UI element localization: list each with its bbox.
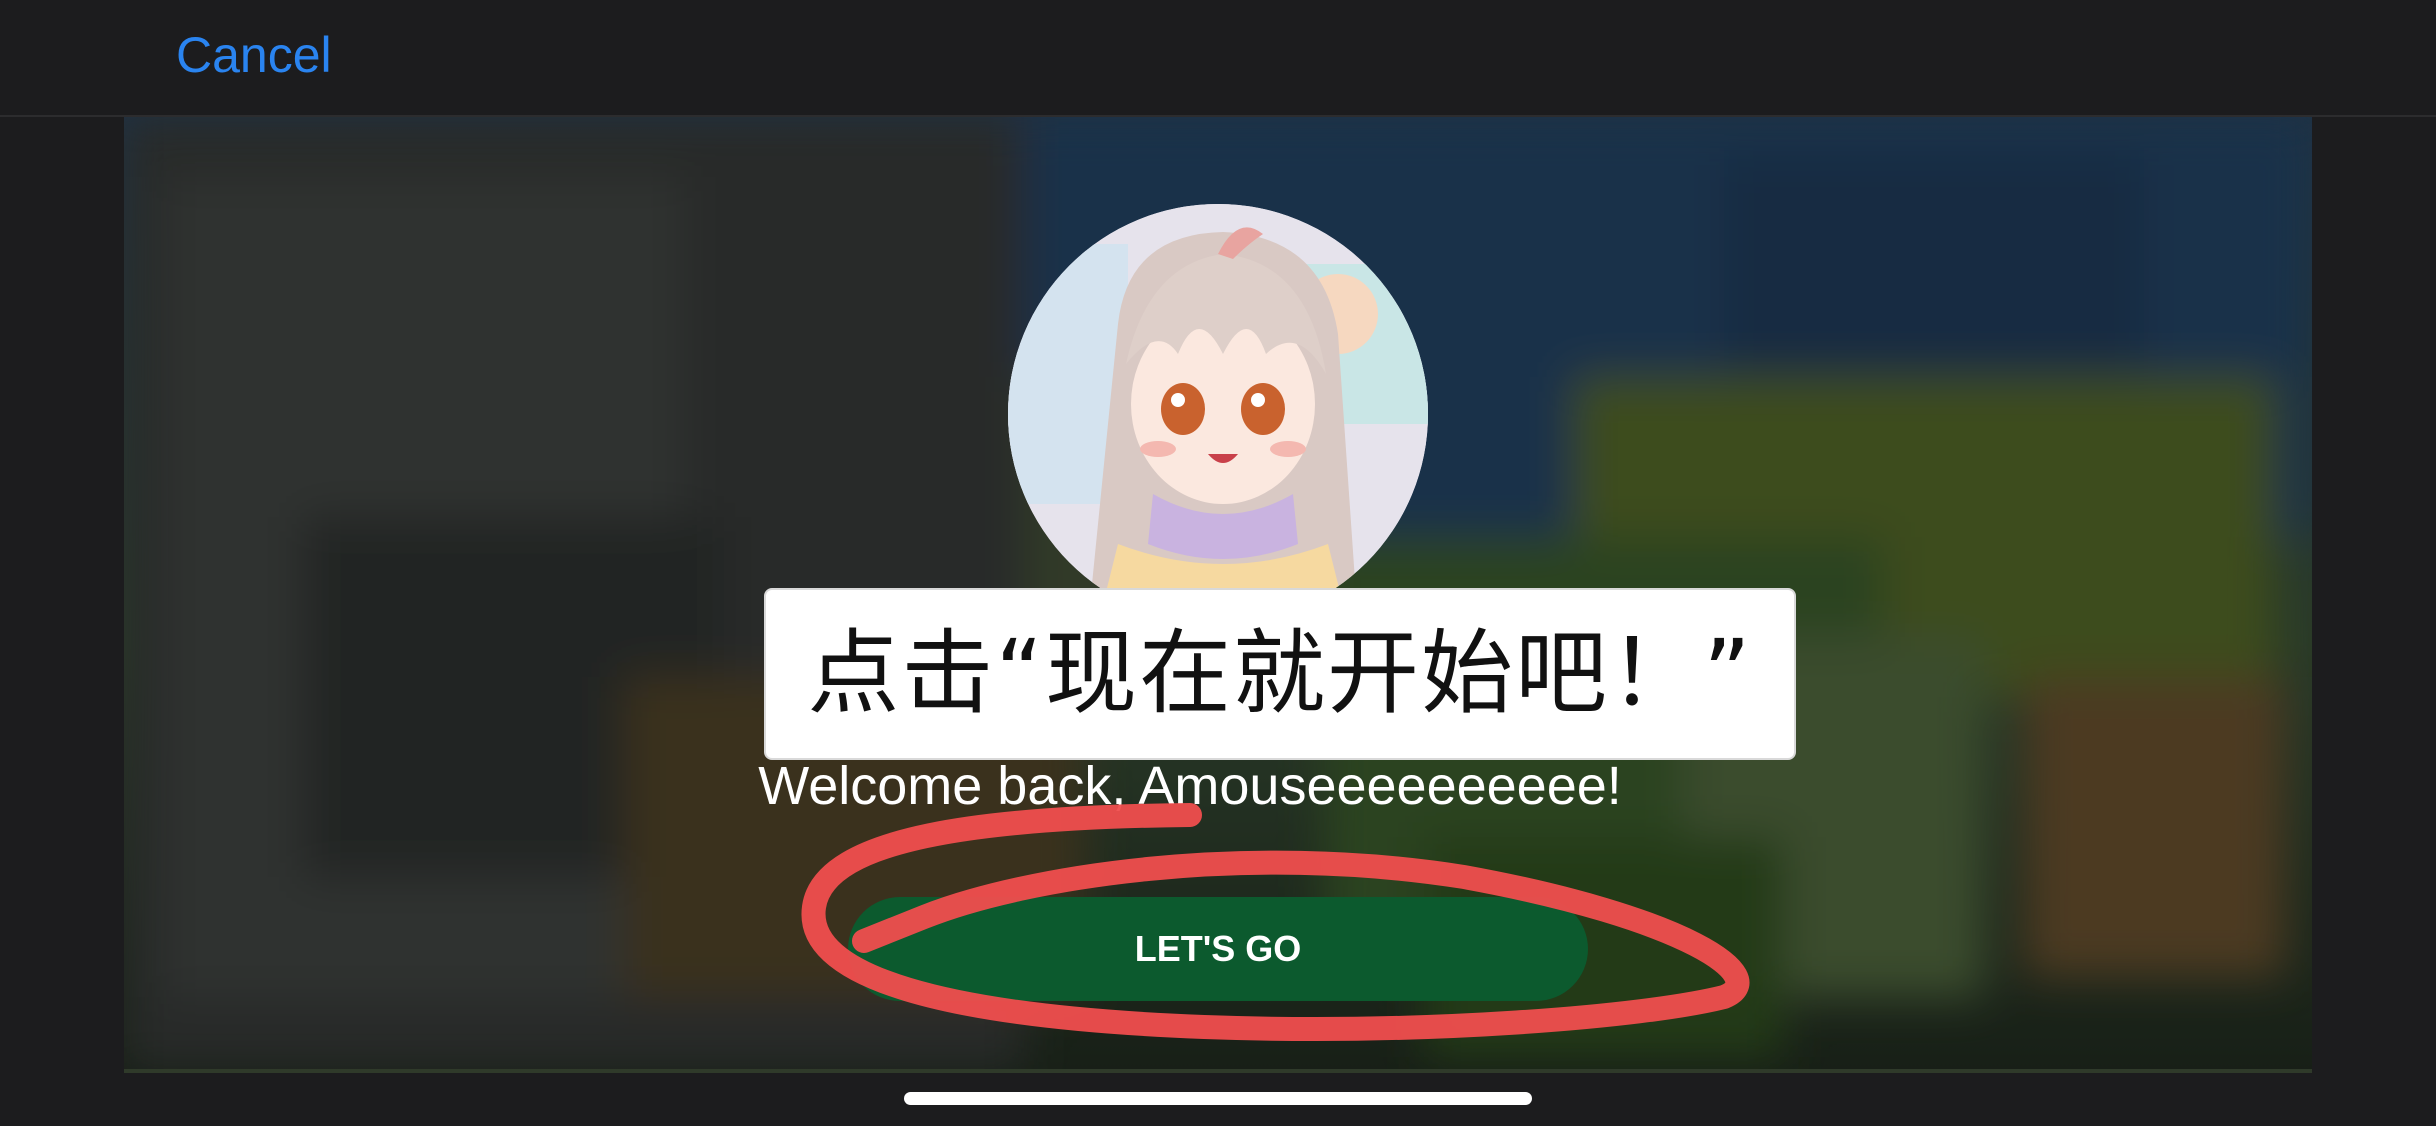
- top-bar: Cancel: [0, 0, 2436, 117]
- cancel-button[interactable]: Cancel: [176, 26, 332, 84]
- welcome-screen: 点击“现在就开始吧！” Welcome back, Amouseeeeeeeee…: [124, 117, 2312, 1073]
- home-indicator: [904, 1092, 1532, 1105]
- lets-go-button[interactable]: LET'S GO: [848, 897, 1588, 1001]
- welcome-message: Welcome back, Amouseeeeeeeeee!: [758, 756, 1622, 816]
- caption-banner: 点击“现在就开始吧！”: [764, 588, 1796, 760]
- profile-avatar: [1008, 204, 1428, 624]
